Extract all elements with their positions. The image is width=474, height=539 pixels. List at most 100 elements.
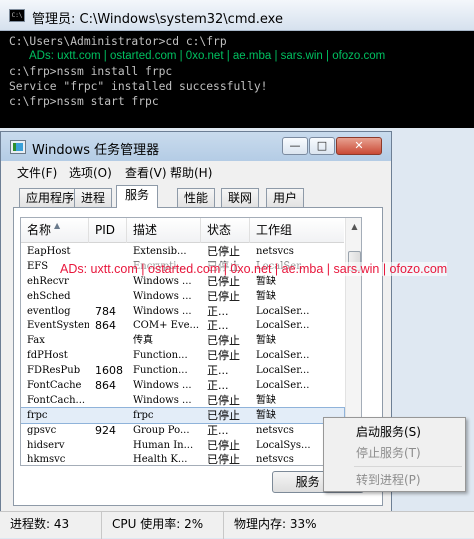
table-row[interactable]: hidserv Human In... 已停止 LocalSys... <box>21 438 344 453</box>
status-bar: 进程数: 43 CPU 使用率: 2% 物理内存: 33% <box>0 511 474 539</box>
maximize-button[interactable]: □ <box>309 137 335 155</box>
context-menu-go-to-process: 转到进程(P) <box>356 473 421 487</box>
cell-status: 已停止 <box>207 393 240 407</box>
cmd-icon: C:\ <box>9 9 25 22</box>
cell-description: Extensib... <box>133 246 187 257</box>
table-row[interactable]: eventlog 784 Windows ... 正... LocalSer... <box>21 304 344 319</box>
table-row[interactable]: EapHost Extensib... 已停止 netsvcs <box>21 244 344 259</box>
cell-status: 正... <box>207 319 229 333</box>
cell-group: 暂缺 <box>256 394 276 406</box>
cell-description: frpc <box>133 409 154 421</box>
context-menu-start-service[interactable]: 启动服务(S) <box>356 423 421 440</box>
cell-name: EapHost <box>27 246 71 257</box>
task-manager-titlebar[interactable]: Windows 任务管理器 — □ ✕ <box>1 132 391 161</box>
cell-pid <box>89 393 127 408</box>
close-button[interactable]: ✕ <box>336 137 382 155</box>
cell-status: 已停止 <box>207 408 240 422</box>
cell-pid <box>89 274 127 289</box>
tab-processes[interactable]: 进程 <box>74 188 113 207</box>
cell-name: FontCach... <box>27 394 86 406</box>
cell-pid: 864 <box>95 319 116 333</box>
cell-group: LocalSer... <box>256 305 310 317</box>
column-header-status[interactable]: 状态 <box>201 218 250 243</box>
tab-performance[interactable]: 性能 <box>177 188 216 207</box>
cell-name: ehRecvr <box>27 275 69 287</box>
cell-pid: 784 <box>95 304 116 318</box>
table-row[interactable]: ehSched Windows ... 已停止 暂缺 <box>21 289 344 304</box>
table-row[interactable]: ehRecvr Windows ... 已停止 暂缺 <box>21 274 344 289</box>
cell-description: Health K... <box>133 454 188 466</box>
minimize-button[interactable]: — <box>282 137 308 155</box>
cell-description: Function... <box>133 350 188 362</box>
console-line: c:\frp>nssm start frpc <box>9 95 159 108</box>
task-manager-icon <box>10 140 26 154</box>
context-menu-stop-service: 停止服务(T) <box>356 446 421 460</box>
menu-options[interactable]: 选项(O) <box>69 164 112 181</box>
status-cpu-usage: CPU 使用率: 2% <box>102 512 224 539</box>
cell-name: frpc <box>27 409 48 421</box>
services-rows: EapHostExtensib...已停止netsvcsEFSEncrypti.… <box>21 244 345 466</box>
cell-status: 已停止 <box>207 245 240 258</box>
cell-status: 正... <box>207 304 229 318</box>
cell-description: Windows ... <box>133 380 192 392</box>
table-row[interactable]: FDResPub 1608 Function... 正... LocalSer... <box>21 363 344 378</box>
sort-ascending-icon: ▲ <box>54 221 61 230</box>
ads-overlay-text: ADs: uxtt.com | ostarted.com | 0xo.net |… <box>60 262 448 276</box>
cmd-console-output[interactable]: C:\Users\Administrator>cd c:\frp ADs: uxt… <box>0 31 474 128</box>
cell-pid: 864 <box>95 379 116 393</box>
cmd-window: C:\ 管理员: C:\Windows\system32\cmd.exe C:\… <box>0 0 474 128</box>
cell-name: FontCache <box>27 380 82 392</box>
cell-pid <box>89 408 127 423</box>
console-line: C:\Users\Administrator>cd c:\frp <box>9 35 227 48</box>
cell-pid <box>89 348 127 363</box>
menu-file[interactable]: 文件(F) <box>17 164 57 181</box>
cell-description: Windows ... <box>133 275 192 287</box>
cell-group: 暂缺 <box>256 275 276 287</box>
menu-help[interactable]: 帮助(H) <box>170 164 212 181</box>
services-list[interactable]: ▲ 名称 PID 描述 状态 工作组 EapHost Extensib... 已停止… <box>20 217 362 466</box>
cmd-titlebar[interactable]: C:\ 管理员: C:\Windows\system32\cmd.exe <box>0 0 474 31</box>
tab-users[interactable]: 用户 <box>266 188 305 207</box>
cmd-title: 管理员: C:\Windows\system32\cmd.exe <box>32 12 283 27</box>
cell-status: 已停止 <box>207 438 240 452</box>
services-list-header: ▲ 名称 PID 描述 状态 工作组 <box>21 218 344 243</box>
tab-applications[interactable]: 应用程序 <box>19 188 82 207</box>
cell-name: Fax <box>27 335 45 347</box>
cell-group: LocalSer... <box>256 350 310 362</box>
cell-group: 暂缺 <box>256 335 276 347</box>
table-row-selected[interactable]: frpc frpc 已停止 暂缺 <box>21 406 345 424</box>
cell-status: 已停止 <box>207 349 240 363</box>
cell-name: FDResPub <box>27 365 81 377</box>
tab-networking[interactable]: 联网 <box>221 188 260 207</box>
cell-name: EventSystem <box>27 320 89 332</box>
table-row[interactable]: Fax 传真 已停止 暂缺 <box>21 333 344 348</box>
table-row[interactable]: EventSystem 864 COM+ Eve... 正... LocalSer... <box>21 318 344 333</box>
cell-pid <box>89 289 127 304</box>
table-row[interactable]: hkmsvc Health K... 已停止 netsvcs <box>21 452 344 466</box>
cell-description: Human In... <box>133 439 194 451</box>
status-process-count: 进程数: 43 <box>0 512 102 539</box>
tab-services[interactable]: 服务 <box>116 185 159 208</box>
cell-description: Windows ... <box>133 394 192 406</box>
table-row[interactable]: FontCach... Windows ... 已停止 暂缺 <box>21 393 344 408</box>
cell-group: LocalSer... <box>256 320 310 332</box>
cell-description: 传真 <box>133 335 153 347</box>
cell-status: 已停止 <box>207 289 240 303</box>
cell-pid: 1608 <box>95 364 123 378</box>
cell-status: 正... <box>207 423 229 437</box>
column-header-pid[interactable]: PID <box>89 218 127 243</box>
scroll-up-icon[interactable]: ▲ <box>347 219 361 235</box>
cell-group: 暂缺 <box>256 290 276 302</box>
table-row[interactable]: gpsvc 924 Group Po... 正... netsvcs <box>21 423 344 438</box>
cell-name: hidserv <box>27 439 65 451</box>
cell-name: fdPHost <box>27 350 68 362</box>
table-row[interactable]: FontCache 864 Windows ... 正... LocalSer... <box>21 378 344 393</box>
cell-status: 已停止 <box>207 334 240 348</box>
column-header-description[interactable]: 描述 <box>127 218 201 243</box>
column-header-name[interactable]: ▲ 名称 <box>21 218 89 243</box>
menu-bar: 文件(F) 选项(O) 查看(V) 帮助(H) <box>1 161 391 182</box>
table-row[interactable]: fdPHost Function... 已停止 LocalSer... <box>21 348 344 363</box>
menu-view[interactable]: 查看(V) <box>125 164 167 181</box>
console-ads-line: ADs: uxtt.com | ostarted.com | 0xo.net |… <box>29 50 386 62</box>
column-header-group[interactable]: 工作组 <box>250 218 344 243</box>
